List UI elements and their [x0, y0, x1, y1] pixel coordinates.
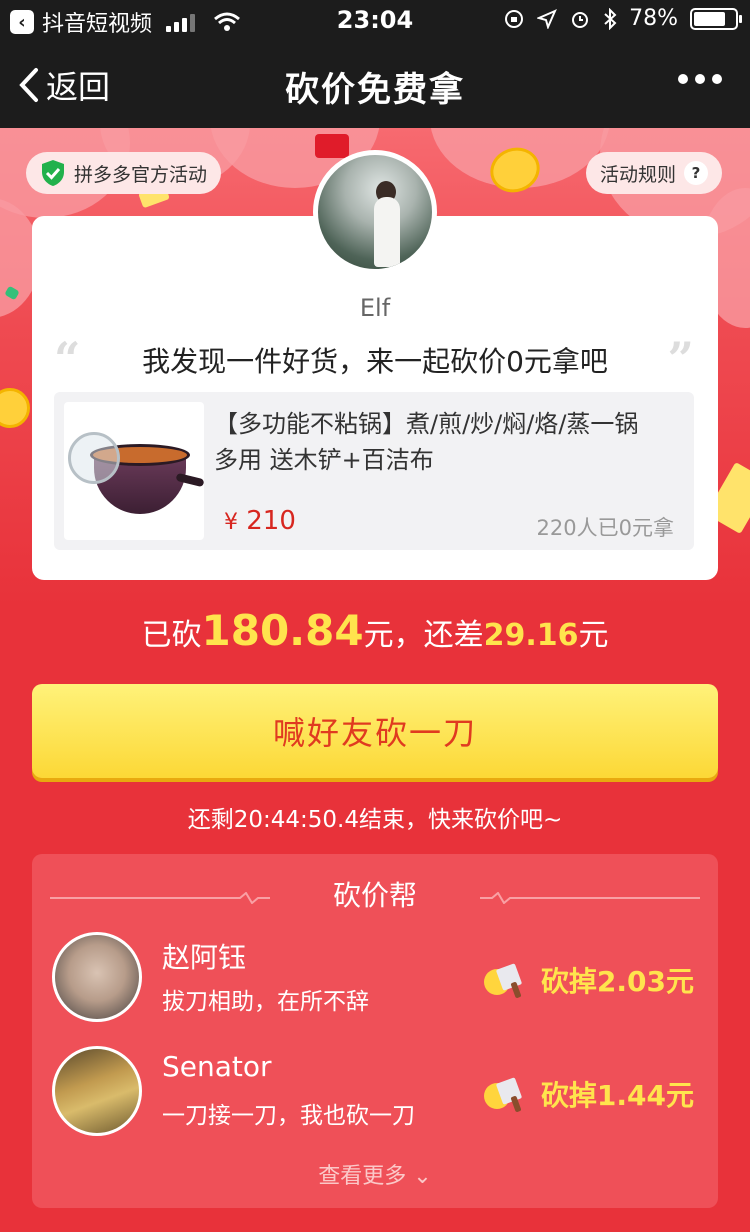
page-title: 砍价免费拿 [285, 70, 465, 110]
helper-name: Senator [162, 1050, 272, 1083]
nav-bar: 返回 砍价免费拿 [0, 40, 750, 128]
avatar [313, 150, 437, 274]
helper-name: 赵阿钰 [162, 941, 247, 974]
helper-row: Senator 一刀接一刀，我也砍一刀 砍掉1.44元 [52, 1046, 698, 1136]
helpers-header: 砍价帮 [32, 874, 718, 914]
helper-row: 赵阿钰 拔刀相助，在所不辞 砍掉2.03元 [52, 932, 698, 1022]
shield-check-icon [42, 160, 64, 186]
progress-prefix: 已砍 [141, 618, 202, 653]
cut-amount: 180.84 [201, 606, 364, 655]
helper-amount-label: 砍掉2.03元 [540, 965, 694, 998]
cleaver-icon [483, 1077, 522, 1112]
helper-amount: 砍掉1.44元 [483, 1074, 694, 1114]
avatar [52, 932, 142, 1022]
product-card[interactable]: 【多功能不粘锅】煮/煎/炒/焖/烙/蒸一锅多用 送木铲+百洁布 ¥ 210 22… [54, 392, 694, 550]
activity-rules-button[interactable]: 活动规则 ? [585, 152, 722, 194]
bargain-progress: 已砍180.84元，还差29.16元 [0, 606, 750, 655]
user-name: Elf [359, 294, 391, 322]
invite-friends-button[interactable]: 喊好友砍一刀 [32, 684, 718, 778]
countdown-text: 还剩20:44:50.4结束，快来砍价吧~ [187, 807, 563, 833]
product-title[interactable]: 【多功能不粘锅】煮/煎/炒/焖/烙/蒸一锅多用 送木铲+百洁布 [214, 406, 654, 478]
alarm-icon [572, 11, 589, 28]
lock-rotation-icon [505, 9, 524, 28]
progress-mid: 元，还差 [363, 618, 484, 653]
avatar [52, 1046, 142, 1136]
pulse-line-icon [480, 892, 700, 904]
red-envelope-decoration [315, 134, 349, 158]
battery-percent: 78% [629, 6, 678, 31]
coin-decoration [0, 388, 30, 428]
helpers-panel: 砍价帮 赵阿钰 拔刀相助，在所不辞 砍掉2.03元 Senator 一刀接一刀，… [32, 854, 718, 1208]
helper-message: 拔刀相助，在所不辞 [162, 989, 369, 1015]
share-message: 我发现一件好货，来一起砍价0元拿吧 [142, 345, 608, 378]
status-bar: ‹ 抖音短视频 23:04 78% [0, 0, 750, 40]
helper-message: 一刀接一刀，我也砍一刀 [162, 1103, 415, 1129]
product-image[interactable] [64, 402, 204, 540]
claimed-count: 220人已0元拿 [536, 516, 674, 540]
location-icon [537, 8, 558, 29]
cleaver-icon [483, 963, 522, 998]
official-activity-label: 拼多多官方活动 [74, 163, 208, 186]
more-icon[interactable] [678, 74, 722, 84]
price-value: 210 [246, 506, 296, 536]
progress-suffix: 元 [578, 618, 609, 653]
official-activity-badge: 拼多多官方活动 [26, 152, 222, 194]
status-right: 78% [503, 6, 742, 31]
helper-amount-label: 砍掉1.44元 [540, 1079, 694, 1112]
currency-symbol: ¥ [224, 510, 238, 535]
battery-icon [690, 7, 742, 30]
product-price: ¥ 210 [224, 506, 296, 536]
helper-amount: 砍掉2.03元 [483, 960, 694, 1000]
remaining-amount: 29.16 [483, 618, 579, 653]
bluetooth-icon [604, 7, 617, 30]
question-icon: ? [684, 161, 708, 185]
chevron-down-icon: ⌄ [413, 1164, 432, 1189]
view-more-label: 查看更多 [318, 1164, 407, 1189]
view-more-link[interactable]: 查看更多 ⌄ [32, 1158, 718, 1190]
activity-rules-label: 活动规则 [599, 163, 676, 186]
